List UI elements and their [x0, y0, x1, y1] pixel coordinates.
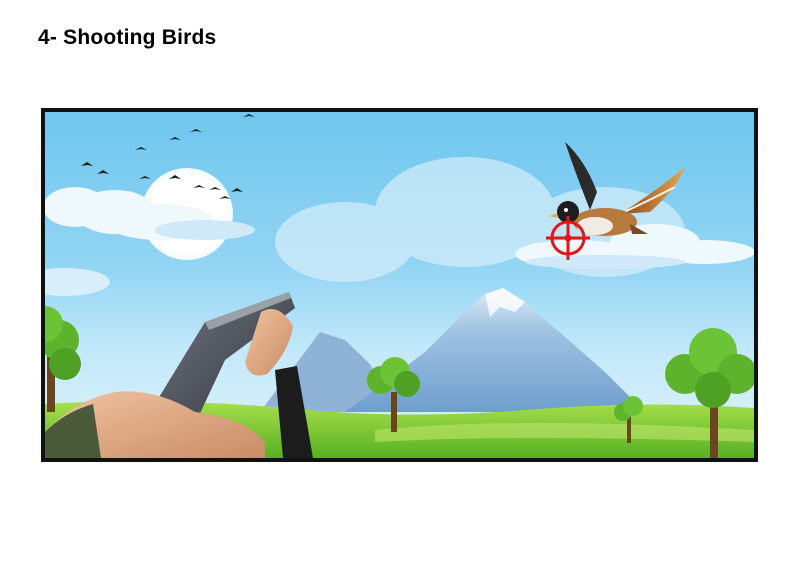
page-title: 4- Shooting Birds	[38, 26, 217, 49]
mountains	[260, 288, 645, 412]
tree-icon	[45, 306, 81, 412]
left-hand-icon	[45, 391, 265, 458]
game-scene	[45, 114, 754, 458]
game-viewport[interactable]	[41, 108, 758, 462]
